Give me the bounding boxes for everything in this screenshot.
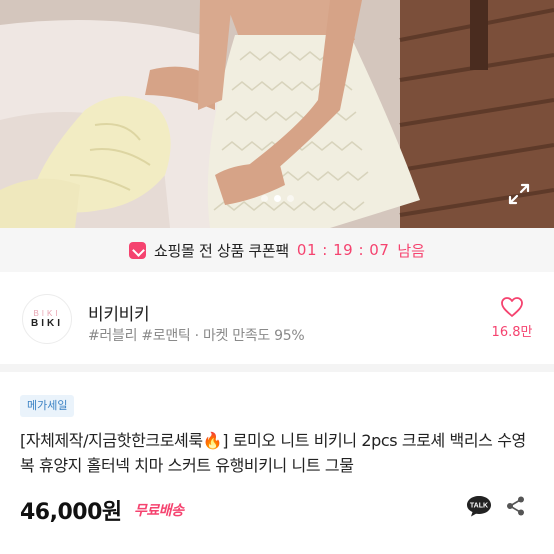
gallery-dot[interactable] [260,195,268,202]
talk-label: TALK [470,503,488,510]
store-row[interactable]: BIKI BIKI 비키비키 #러블리 #로맨틱 · 마켓 만족도 95% 16… [0,272,554,364]
gallery-dot-active[interactable] [273,195,281,202]
product-price: 46,000원 [20,500,122,525]
section-divider [0,364,554,372]
download-icon [129,241,147,259]
coupon-text: 쇼핑몰 전 상품 쿠폰팩 [154,241,289,260]
gallery-pagination [0,195,554,202]
talk-icon[interactable]: TALK [466,495,492,517]
product-photo [0,0,554,228]
product-image[interactable] [0,0,554,228]
store-logo[interactable]: BIKI BIKI [22,294,72,344]
heart-icon [501,297,523,317]
store-name[interactable]: 비키비키 [88,300,150,325]
coupon-banner[interactable]: 쇼핑몰 전 상품 쿠폰팩 01 : 19 : 07 남음 [0,228,554,272]
like-button[interactable]: 16.8만 [488,296,536,340]
like-count: 16.8만 [491,325,533,340]
store-logo-bottom: BIKI [31,318,63,329]
coupon-timer: 01 : 19 : 07 [296,241,390,259]
expand-icon[interactable] [505,180,533,208]
share-icon[interactable] [505,495,527,517]
store-tags: #러블리 #로맨틱 · 마켓 만족도 95% [88,328,305,344]
sale-badge: 메가세일 [20,395,75,417]
product-title: [자체제작/지금핫한크로셰룩🔥] 로미오 니트 비키니 2pcs 크로셰 백리스… [20,431,526,475]
free-shipping-label: 무료배송 [134,503,184,519]
coupon-timer-suffix: 남음 [397,241,425,260]
gallery-dot[interactable] [286,195,294,202]
store-logo-top: BIKI [33,309,61,318]
